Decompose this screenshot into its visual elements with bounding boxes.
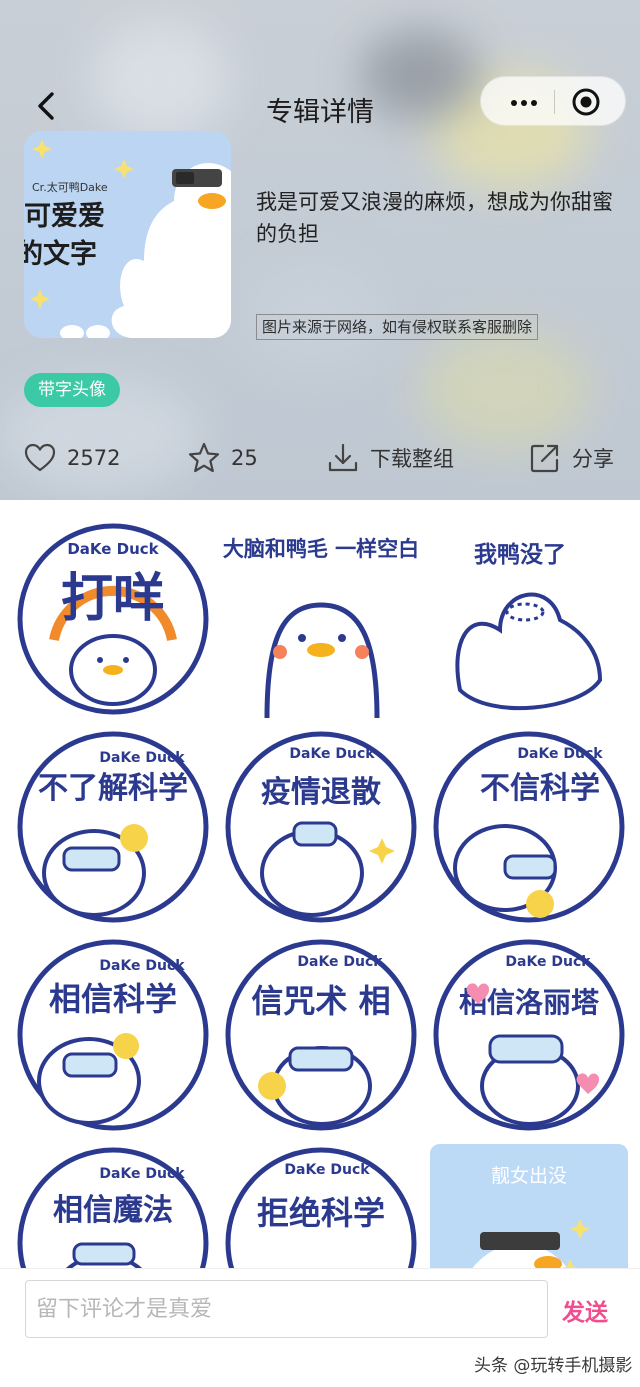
share-button[interactable]: 分享: [528, 436, 614, 480]
source-watermark: 头条 @玩转手机摄影: [474, 1356, 633, 1376]
sticker-badge: DaKe Duck: [297, 954, 383, 970]
sticker-tile[interactable]: DaKe Duck 信咒术 相: [222, 936, 420, 1134]
sticker-badge: DaKe Duck: [289, 746, 375, 762]
close-target-icon[interactable]: [571, 87, 601, 117]
sticker-tile[interactable]: DaKe Duck 拒绝科学: [222, 1144, 420, 1272]
sticker-caption: 相信科学: [49, 980, 177, 1018]
sticker-tile[interactable]: DaKe Duck 不了解科学: [14, 728, 212, 926]
sticker-tile[interactable]: DaKe Duck 疫情退散: [222, 728, 420, 926]
share-icon: [530, 444, 559, 473]
like-count: 2572: [67, 446, 121, 470]
download-all-button[interactable]: 下载整组: [326, 436, 454, 480]
sticker-badge: DaKe Duck: [99, 958, 185, 974]
sticker-badge: DaKe Duck: [99, 750, 185, 766]
sticker-badge: DaKe Duck: [517, 746, 603, 762]
like-button[interactable]: 2572: [23, 436, 120, 480]
sticker-caption: 大脑和鸭毛 一样空白: [223, 537, 419, 561]
more-dots-icon: [511, 100, 517, 106]
sticker-tile[interactable]: DaKe Duck 不信科学: [430, 728, 628, 926]
sticker-caption: 打咩: [61, 569, 165, 629]
album-cover[interactable]: Cr.太可鸭Dake 可爱爱 的文字: [24, 131, 231, 338]
star-icon: [188, 442, 220, 473]
sticker-caption: 相信魔法: [53, 1193, 173, 1228]
cover-line-1: 可爱爱: [24, 201, 105, 232]
comment-bar: 发送 头条 @玩转手机摄影: [0, 1268, 640, 1387]
mini-program-capsule: [480, 76, 626, 126]
tag-chip[interactable]: 带字头像: [24, 373, 120, 407]
sticker-tile[interactable]: DaKe Duck 打咩: [14, 520, 212, 718]
action-bar: 2572 25 下载整组 分享: [0, 436, 640, 480]
sticker-tile[interactable]: 靓女出没: [430, 1144, 628, 1272]
album-description: 我是可爱又浪漫的麻烦，想成为你甜蜜的负担: [256, 190, 613, 246]
sticker-caption: 拒绝科学: [257, 1194, 385, 1232]
sticker-tile[interactable]: DaKe Duck 相信魔法: [14, 1144, 212, 1272]
sticker-caption: 我鸭没了: [474, 542, 566, 568]
send-button[interactable]: 发送: [562, 1293, 608, 1327]
share-label: 分享: [572, 447, 614, 471]
sticker-caption: 靓女出没: [491, 1165, 567, 1187]
sticker-badge: DaKe Duck: [67, 540, 159, 558]
favorite-button[interactable]: 25: [187, 436, 258, 480]
download-icon: [328, 443, 358, 472]
sticker-caption: 不了解科学: [38, 771, 188, 806]
favorite-count: 25: [231, 446, 258, 470]
sticker-badge: DaKe Duck: [284, 1162, 370, 1178]
sticker-tile[interactable]: DaKe Duck 相信科学: [14, 936, 212, 1134]
sticker-tile[interactable]: DaKe Duck 相信洛丽塔: [430, 936, 628, 1134]
sticker-badge: DaKe Duck: [505, 954, 591, 970]
sticker-grid: DaKe Duck 打咩 大脑和鸭毛 一样空白 我鸭没了 DaKe Duck 不…: [0, 512, 640, 1272]
album-header: 专辑详情 Cr.太可鸭Dake 可爱爱 的文字 我是可爱又浪漫的麻烦，想成为你甜…: [0, 0, 640, 500]
heart-icon: [24, 443, 56, 472]
download-label: 下载整组: [370, 447, 454, 471]
sticker-caption: 疫情退散: [261, 775, 381, 810]
sticker-badge: DaKe Duck: [99, 1166, 185, 1182]
more-button[interactable]: [495, 77, 553, 127]
sticker-tile[interactable]: 我鸭没了: [430, 520, 628, 718]
sticker-tile[interactable]: 大脑和鸭毛 一样空白: [222, 520, 420, 718]
sticker-caption: 不信科学: [480, 771, 600, 806]
cover-caption: Cr.太可鸭Dake: [32, 181, 108, 194]
copyright-note: 图片来源于网络，如有侵权联系客服删除: [256, 314, 539, 340]
cover-line-2: 的文字: [24, 238, 97, 270]
sticker-caption: 信咒术 相: [251, 982, 390, 1020]
comment-input[interactable]: [25, 1280, 548, 1338]
